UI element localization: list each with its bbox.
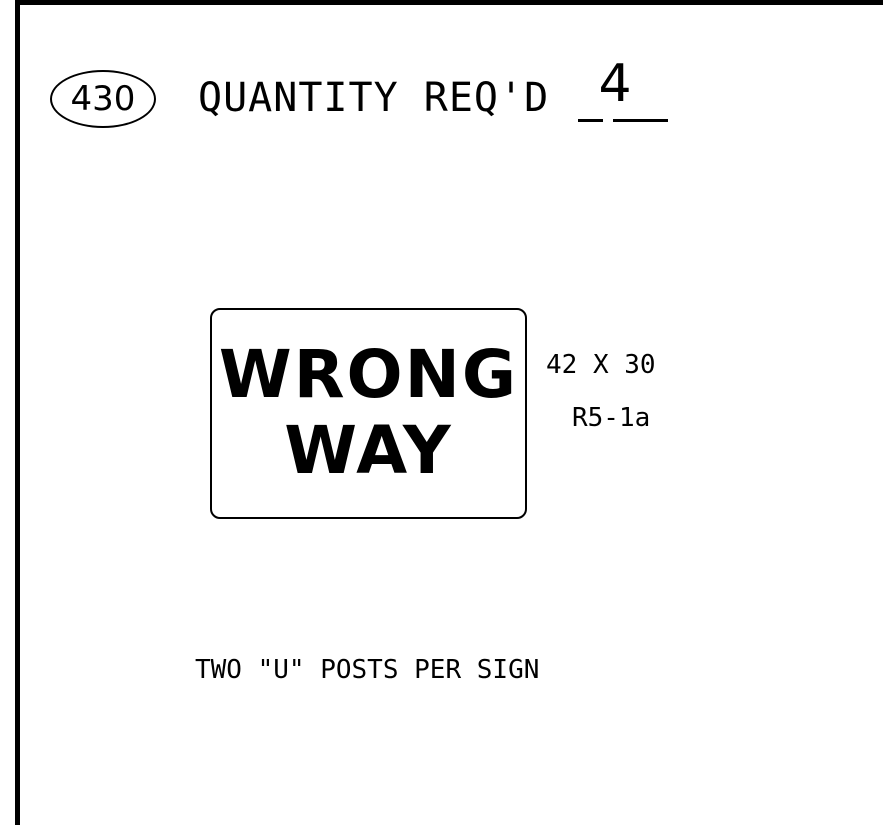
wrong-way-sign: WRONG WAY [210, 308, 527, 519]
sign-legend-line-1: WRONG [218, 336, 519, 413]
quantity-value: 4 [598, 54, 632, 114]
post-note: TWO "U" POSTS PER SIGN [195, 655, 540, 685]
sheet-border-left [15, 0, 20, 825]
sheet-border-top [15, 0, 883, 5]
sign-code: R5-1a [572, 403, 651, 433]
sign-size: 42 X 30 [546, 350, 656, 380]
sign-legend-line-2: WAY [284, 412, 453, 489]
item-number-oval: 430 [50, 70, 156, 128]
quantity-underline [578, 119, 668, 122]
quantity-underline-gap [603, 118, 613, 123]
item-number: 430 [70, 79, 136, 119]
quantity-label: QUANTITY REQ'D [198, 75, 550, 121]
